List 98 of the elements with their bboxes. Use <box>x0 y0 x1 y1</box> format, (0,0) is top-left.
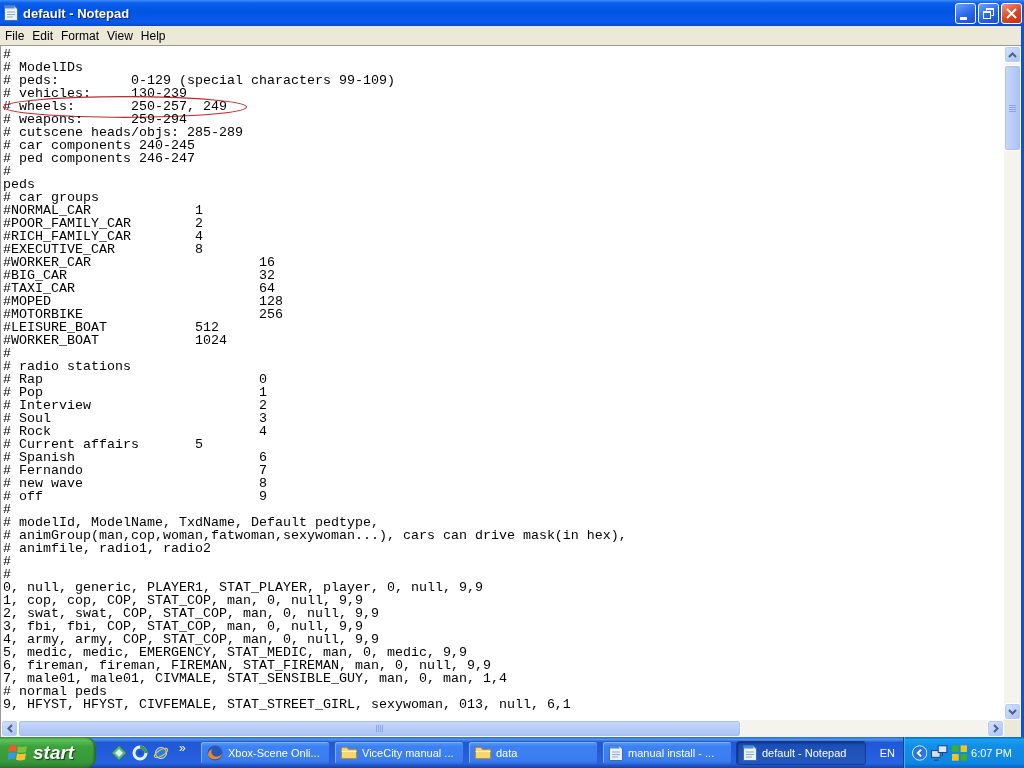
taskbar-button[interactable]: default - Notepad <box>736 740 866 765</box>
folder-icon <box>475 746 491 759</box>
text-line: # radio stations <box>3 360 131 373</box>
text-line: #WORKER_CAR 16 <box>3 256 275 269</box>
grip-icon <box>376 725 383 732</box>
minimize-icon <box>960 16 967 20</box>
start-button[interactable]: start <box>0 737 96 768</box>
text-line: # <box>3 555 11 568</box>
restore-button[interactable] <box>978 2 999 24</box>
text-line: # Current affairs 5 <box>3 438 203 451</box>
scroll-left-button[interactable] <box>1 720 18 737</box>
taskbar-button[interactable]: data <box>468 740 598 765</box>
text-line: #TAXI_CAR 64 <box>3 282 275 295</box>
text-line: # <box>3 568 11 581</box>
minimize-button[interactable] <box>955 2 976 24</box>
text-line: 7, male01, male01, CIVMALE, STAT_SENSIBLE_GUY, man, 0, man, 1,4 <box>3 672 507 685</box>
text-line: # <box>3 48 11 61</box>
text-line: #WORKER_BOAT 1024 <box>3 334 227 347</box>
notepad-icon <box>4 5 18 21</box>
text-line: # car components 240-245 <box>3 139 195 152</box>
text-line: 2, swat, swat, COP, STAT_COP, man, 0, null, 9,9 <box>3 607 379 620</box>
text-line: # ModelIDs <box>3 61 83 74</box>
restore-icon <box>983 7 994 19</box>
text-line: # off 9 <box>3 490 267 503</box>
text-line: # <box>3 503 11 516</box>
chevron-down-icon <box>1008 708 1017 715</box>
close-icon <box>1006 7 1017 19</box>
grip-icon <box>1009 104 1016 112</box>
text-line: 5, medic, medic, EMERGENCY, STAT_MEDIC, man, 0, medic, 9,9 <box>3 646 467 659</box>
text-line: # Pop 1 <box>3 386 267 399</box>
scroll-up-button[interactable] <box>1004 46 1021 63</box>
folder-icon <box>341 746 357 759</box>
close-button[interactable] <box>1001 2 1022 24</box>
text-line: # Soul 3 <box>3 412 267 425</box>
globe-icon <box>207 744 223 761</box>
text-line: 0, null, generic, PLAYER1, STAT_PLAYER, player, 0, null, 9,9 <box>3 581 483 594</box>
quick-launch-overflow-button[interactable]: » <box>177 740 188 755</box>
scrollbar-thumb[interactable] <box>18 720 741 737</box>
text-line: # Fernando 7 <box>3 464 267 477</box>
notepad-icon <box>609 744 623 761</box>
text-line: #POOR_FAMILY_CAR 2 <box>3 217 203 230</box>
text-line: #RICH_FAMILY_CAR 4 <box>3 230 203 243</box>
scroll-down-button[interactable] <box>1004 703 1021 720</box>
scrollbar-corner <box>1004 720 1021 737</box>
menu-item[interactable]: View <box>103 27 137 44</box>
text-line: peds <box>3 178 35 191</box>
window-title: default - Notepad <box>23 5 130 21</box>
globe-icon[interactable] <box>153 744 169 761</box>
chevron-right-icon <box>992 724 999 733</box>
text-line: #BIG_CAR 32 <box>3 269 275 282</box>
horizontal-scrollbar[interactable] <box>1 720 1004 737</box>
text-line: # animfile, radio1, radio2 <box>3 542 211 555</box>
text-line: # Interview 2 <box>3 399 267 412</box>
text-line: #EXECUTIVE_CAR 8 <box>3 243 203 256</box>
diamond-icon[interactable] <box>111 744 127 761</box>
text-line: # Rap 0 <box>3 373 267 386</box>
text-line: # <box>3 347 11 360</box>
text-editor[interactable] <box>1 46 1004 720</box>
text-line: # normal peds <box>3 685 107 698</box>
text-line: # ped components 246-247 <box>3 152 195 165</box>
vertical-scrollbar[interactable] <box>1004 46 1021 720</box>
menu-item[interactable]: File <box>1 27 29 44</box>
flag-icon <box>8 743 28 762</box>
text-line: 6, fireman, fireman, FIREMAN, STAT_FIREMAN, man, 0, null, 9,9 <box>3 659 491 672</box>
text-line: # vehicles: 130-239 <box>3 87 187 100</box>
scroll-right-button[interactable] <box>987 720 1004 737</box>
chevron-up-icon <box>1008 51 1017 58</box>
text-line: # <box>3 165 11 178</box>
taskbar-button[interactable]: Xbox-Scene Onli... <box>200 740 330 765</box>
menu-item[interactable]: Edit <box>28 27 58 44</box>
text-line: # Rock 4 <box>3 425 267 438</box>
menu-item[interactable]: Help <box>136 27 170 44</box>
text-line: # car groups <box>3 191 99 204</box>
scrollbar-thumb[interactable] <box>1004 65 1021 151</box>
text-line: # Spanish 6 <box>3 451 267 464</box>
text-line: # peds: 0-129 (special characters 99-109) <box>3 74 395 87</box>
chevron-circle-icon[interactable] <box>912 744 928 761</box>
text-line: # modelId, ModelName, TxdName, Default pedtype, <box>3 516 379 529</box>
circular-arrows-icon[interactable] <box>132 744 148 761</box>
network-icon[interactable] <box>931 744 948 761</box>
text-line: 3, fbi, fbi, COP, STAT_COP, man, 0, null, 9,9 <box>3 620 363 633</box>
text-line: #MOPED 128 <box>3 295 283 308</box>
text-line: #MOTORBIKE 256 <box>3 308 283 321</box>
taskbar-button[interactable]: ViceCity manual ... <box>334 740 464 765</box>
text-line: # cutscene heads/objs: 285-289 <box>3 126 243 139</box>
text-line: # new wave 8 <box>3 477 267 490</box>
text-line: # animGroup(man,cop,woman,fatwoman,sexywoman...), cars can drive mask(in hex), <box>3 529 627 542</box>
chevron-left-icon <box>6 724 13 733</box>
text-line: 9, HFYST, HFYST, CIVFEMALE, STAT_STREET_GIRL, sexywoman, 013, null, 6,1 <box>3 698 571 711</box>
taskbar-button[interactable]: manual install - ... <box>602 740 732 765</box>
notepad-icon <box>743 744 757 761</box>
text-line: 1, cop, cop, COP, STAT_COP, man, 0, null, 9,9 <box>3 594 363 607</box>
clock: 6:07 PM <box>971 746 1012 759</box>
text-line: #NORMAL_CAR 1 <box>3 204 203 217</box>
menu-item[interactable]: Format <box>57 27 104 44</box>
language-indicator[interactable]: EN <box>879 746 895 759</box>
text-line: 4, army, army, COP, STAT_COP, man, 0, null, 9,9 <box>3 633 379 646</box>
text-line: #LEISURE_BOAT 512 <box>3 321 219 334</box>
